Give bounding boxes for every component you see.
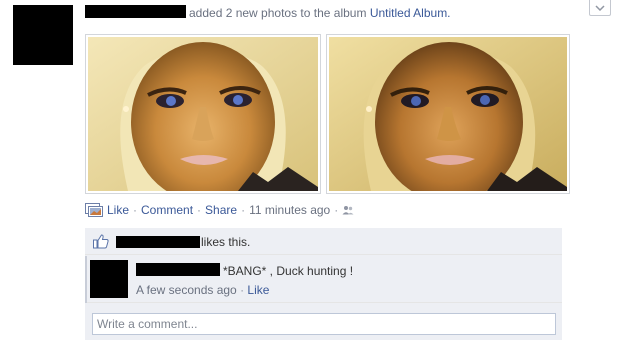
album-photo-2[interactable] [326,34,570,194]
author-profile-picture-redacted[interactable] [13,5,73,65]
story-action-text: added 2 new photos to the album [189,6,367,20]
share-link[interactable]: Share [205,203,237,217]
separator: · [334,203,339,217]
write-comment-input[interactable] [92,313,556,335]
story-action-bar: Like · Comment · Share · 11 minutes ago … [85,202,358,218]
commenter-profile-picture-redacted[interactable] [90,260,128,298]
feedback-box: likes this. *BANG* , Duck hunting ! A fe… [85,228,562,340]
thumbs-up-icon [93,234,109,249]
comment-timestamp[interactable]: A few seconds ago [136,283,237,297]
commenter-name-redacted[interactable] [136,263,220,276]
comment-meta: A few seconds ago · Like [136,283,269,297]
separator: · [240,283,245,297]
friends-icon[interactable] [342,205,354,215]
photo-album-icon [85,203,103,217]
likes-text: likes this. [201,235,251,249]
author-name-redacted[interactable] [85,5,186,18]
comment-link[interactable]: Comment [141,203,193,217]
comment-accent-bar [85,256,87,303]
separator: · [133,203,138,217]
separator: · [241,203,246,217]
liker-name-redacted[interactable] [116,236,200,248]
album-link[interactable]: Untitled Album. [370,6,451,20]
post-timestamp[interactable]: 11 minutes ago [249,203,330,217]
comment-item: *BANG* , Duck hunting ! A few seconds ag… [85,256,562,303]
like-link[interactable]: Like [107,203,129,217]
story-headline: added 2 new photos to the album Untitled… [189,6,451,20]
comment-text: *BANG* , Duck hunting ! [223,264,354,278]
chevron-down-icon [595,4,605,11]
portrait-image [329,37,567,191]
portrait-image [88,37,318,191]
likes-summary: likes this. [85,228,562,255]
comment-like-link[interactable]: Like [247,283,269,297]
story-options-button[interactable] [589,0,611,16]
separator: · [197,203,202,217]
album-photo-1[interactable] [85,34,321,194]
